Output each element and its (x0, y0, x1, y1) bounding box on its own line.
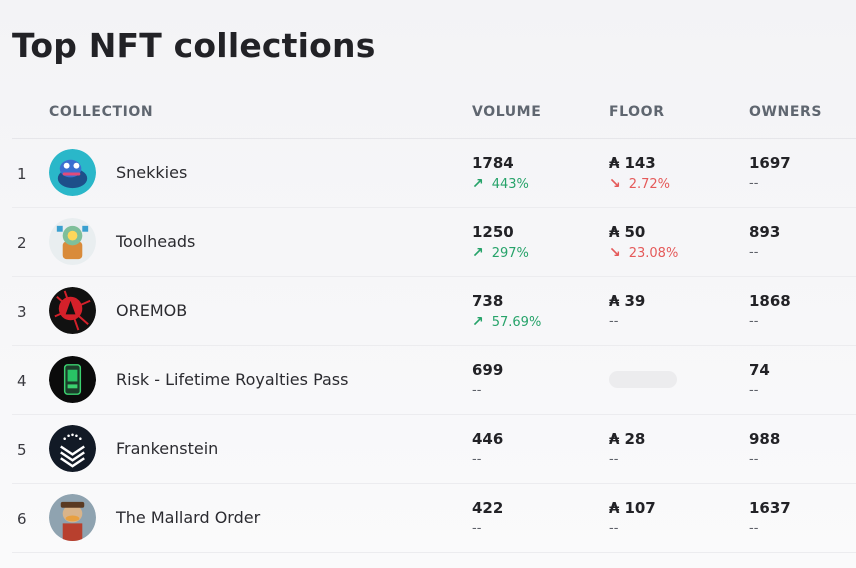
arrow-up-right-icon: ↗ (472, 314, 484, 330)
owners-value: 1697 (749, 154, 791, 172)
collection-name[interactable]: Risk - Lifetime Royalties Pass (116, 370, 348, 389)
collection-name[interactable]: Toolheads (116, 232, 195, 251)
collection-avatar[interactable] (49, 425, 96, 472)
arrow-down-right-icon: ↘ (609, 245, 621, 261)
collection-name[interactable]: The Mallard Order (116, 508, 260, 527)
floor-value: ₳ 39 (609, 292, 646, 310)
table-row[interactable]: 2 Toolheads 1250 ↗ 297% ₳ 50 ↘ 23.08% 893 -… (12, 208, 856, 277)
owners-value: 988 (749, 430, 781, 448)
arrow-down-right-icon: ↘ (609, 176, 621, 192)
ada-icon: ₳ (609, 292, 620, 310)
volume-value: 446 (472, 430, 504, 448)
rank: 6 (17, 510, 27, 528)
ada-icon: ₳ (609, 499, 620, 517)
ada-icon: ₳ (609, 154, 620, 172)
collections-table: COLLECTION VOLUME FLOOR OWNERS 1 Snekkie… (12, 96, 856, 553)
owners-value: 74 (749, 361, 770, 379)
volume-change: ↗ 297% (472, 245, 529, 261)
owners-change: -- (749, 314, 759, 329)
collection-avatar[interactable] (49, 218, 96, 265)
volume-value: 699 (472, 361, 504, 379)
table-row[interactable]: 3 OREMOB 738 ↗ 57.69% ₳ 39 -- 1868 -- (12, 277, 856, 346)
owners-value: 1868 (749, 292, 791, 310)
collection-name[interactable]: Snekkies (116, 163, 187, 182)
header-volume[interactable]: VOLUME (472, 104, 541, 120)
table-header: COLLECTION VOLUME FLOOR OWNERS (12, 96, 856, 139)
owners-value: 893 (749, 223, 781, 241)
collection-avatar[interactable] (49, 356, 96, 403)
rank: 1 (17, 165, 27, 183)
header-floor[interactable]: FLOOR (609, 104, 665, 120)
volume-value: 738 (472, 292, 504, 310)
volume-change: ↗ 443% (472, 176, 529, 192)
floor-value: ₳ 143 (609, 154, 656, 172)
floor-change: ↘ 23.08% (609, 245, 679, 261)
floor-value: ₳ 50 (609, 223, 646, 241)
owners-value: 1637 (749, 499, 791, 517)
page-title: Top NFT collections (12, 26, 376, 65)
rank: 3 (17, 303, 27, 321)
collection-name[interactable]: OREMOB (116, 301, 187, 320)
collection-avatar[interactable] (49, 149, 96, 196)
owners-change: -- (749, 245, 759, 260)
table-row[interactable]: 4 Risk - Lifetime Royalties Pass 699 -- … (12, 346, 856, 415)
owners-change: -- (749, 521, 759, 536)
volume-change: ↗ 57.69% (472, 314, 542, 330)
rank: 2 (17, 234, 27, 252)
table-row[interactable]: 1 Snekkies 1784 ↗ 443% ₳ 143 ↘ 2.72% 1697 -… (12, 139, 856, 208)
volume-value: 1784 (472, 154, 514, 172)
owners-change: -- (749, 383, 759, 398)
ada-icon: ₳ (609, 430, 620, 448)
floor-change: -- (609, 521, 619, 536)
volume-change: -- (472, 521, 482, 536)
volume-value: 422 (472, 499, 504, 517)
floor-change: ↘ 2.72% (609, 176, 671, 192)
table-row[interactable]: 6 The Mallard Order 422 -- ₳ 107 -- 1637 … (12, 484, 856, 553)
volume-change: -- (472, 452, 482, 467)
arrow-up-right-icon: ↗ (472, 176, 484, 192)
collection-name[interactable]: Frankenstein (116, 439, 218, 458)
ada-icon: ₳ (609, 223, 620, 241)
floor-value: ₳ 28 (609, 430, 646, 448)
rank: 4 (17, 372, 27, 390)
rank: 5 (17, 441, 27, 459)
floor-change: -- (609, 452, 619, 467)
volume-value: 1250 (472, 223, 514, 241)
owners-change: -- (749, 452, 759, 467)
header-owners[interactable]: OWNERS (749, 104, 822, 120)
floor-value: ₳ 107 (609, 499, 656, 517)
table-row[interactable]: 5 Frankenstein 446 -- ₳ 28 -- 988 -- (12, 415, 856, 484)
collection-avatar[interactable] (49, 494, 96, 541)
floor-loading-placeholder (609, 371, 677, 388)
owners-change: -- (749, 176, 759, 191)
header-collection[interactable]: COLLECTION (49, 104, 153, 120)
volume-change: -- (472, 383, 482, 398)
collection-avatar[interactable] (49, 287, 96, 334)
arrow-up-right-icon: ↗ (472, 245, 484, 261)
floor-change: -- (609, 314, 619, 329)
